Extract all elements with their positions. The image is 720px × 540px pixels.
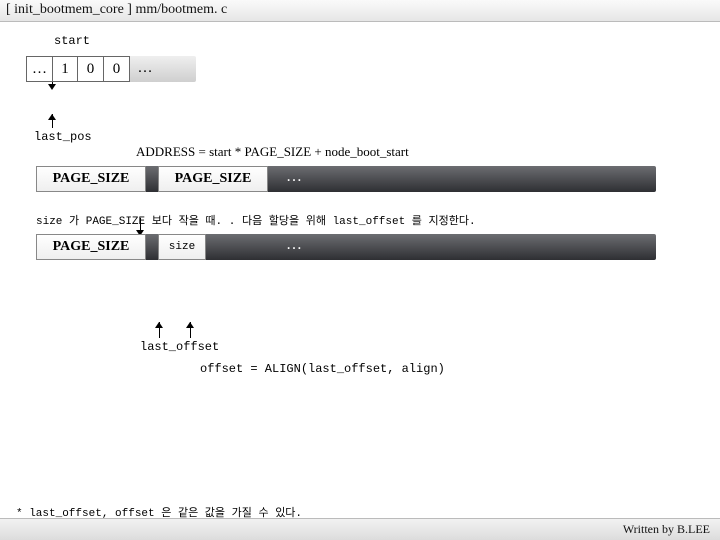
bitmap-cell-ellipsis-right: … <box>130 56 160 82</box>
bitmap-cell-0a: 0 <box>78 56 104 82</box>
slide-content: start … 1 0 0 … last_pos ADDRESS = start… <box>0 22 720 268</box>
bitmap-cell-ellipsis-left: … <box>26 56 52 82</box>
page-row-1: PAGE_SIZE PAGE_SIZE … <box>36 166 704 200</box>
arrow-lastpos-head-icon <box>48 114 56 120</box>
title-text: [ init_bootmem_core ] mm/bootmem. c <box>6 2 227 17</box>
bitmap-row: … 1 0 0 … <box>26 56 704 88</box>
footer-bar: Written by B.LEE <box>0 518 720 540</box>
page-row-2: PAGE_SIZE size … <box>36 234 704 268</box>
page-row-1-dots: … <box>286 168 302 186</box>
arrow-size-end-head-icon <box>186 322 194 328</box>
offset-formula: offset = ALIGN(last_offset, align) <box>200 362 445 376</box>
note-size-condition: size 가 PAGE_SIZE 보다 작을 때. . 다음 할당을 위해 la… <box>36 212 704 228</box>
label-last-pos: last_pos <box>34 130 92 144</box>
page-cell-2-size: size <box>158 234 206 260</box>
page-row-2-dots: … <box>286 236 302 254</box>
label-last-offset: last_offset <box>140 340 219 354</box>
label-start: start <box>54 34 704 48</box>
title-bar: [ init_bootmem_core ] mm/bootmem. c <box>0 0 720 22</box>
page-cell-1b: PAGE_SIZE <box>158 166 268 192</box>
arrow-size-start-head-icon <box>155 322 163 328</box>
page-cell-2a: PAGE_SIZE <box>36 234 146 260</box>
footer-author: Written by B.LEE <box>623 522 710 536</box>
bitmap-cell-0b: 0 <box>104 56 130 82</box>
page-cell-1a: PAGE_SIZE <box>36 166 146 192</box>
bitmap-cell-1: 1 <box>52 56 78 82</box>
address-formula: ADDRESS = start * PAGE_SIZE + node_boot_… <box>136 144 704 160</box>
